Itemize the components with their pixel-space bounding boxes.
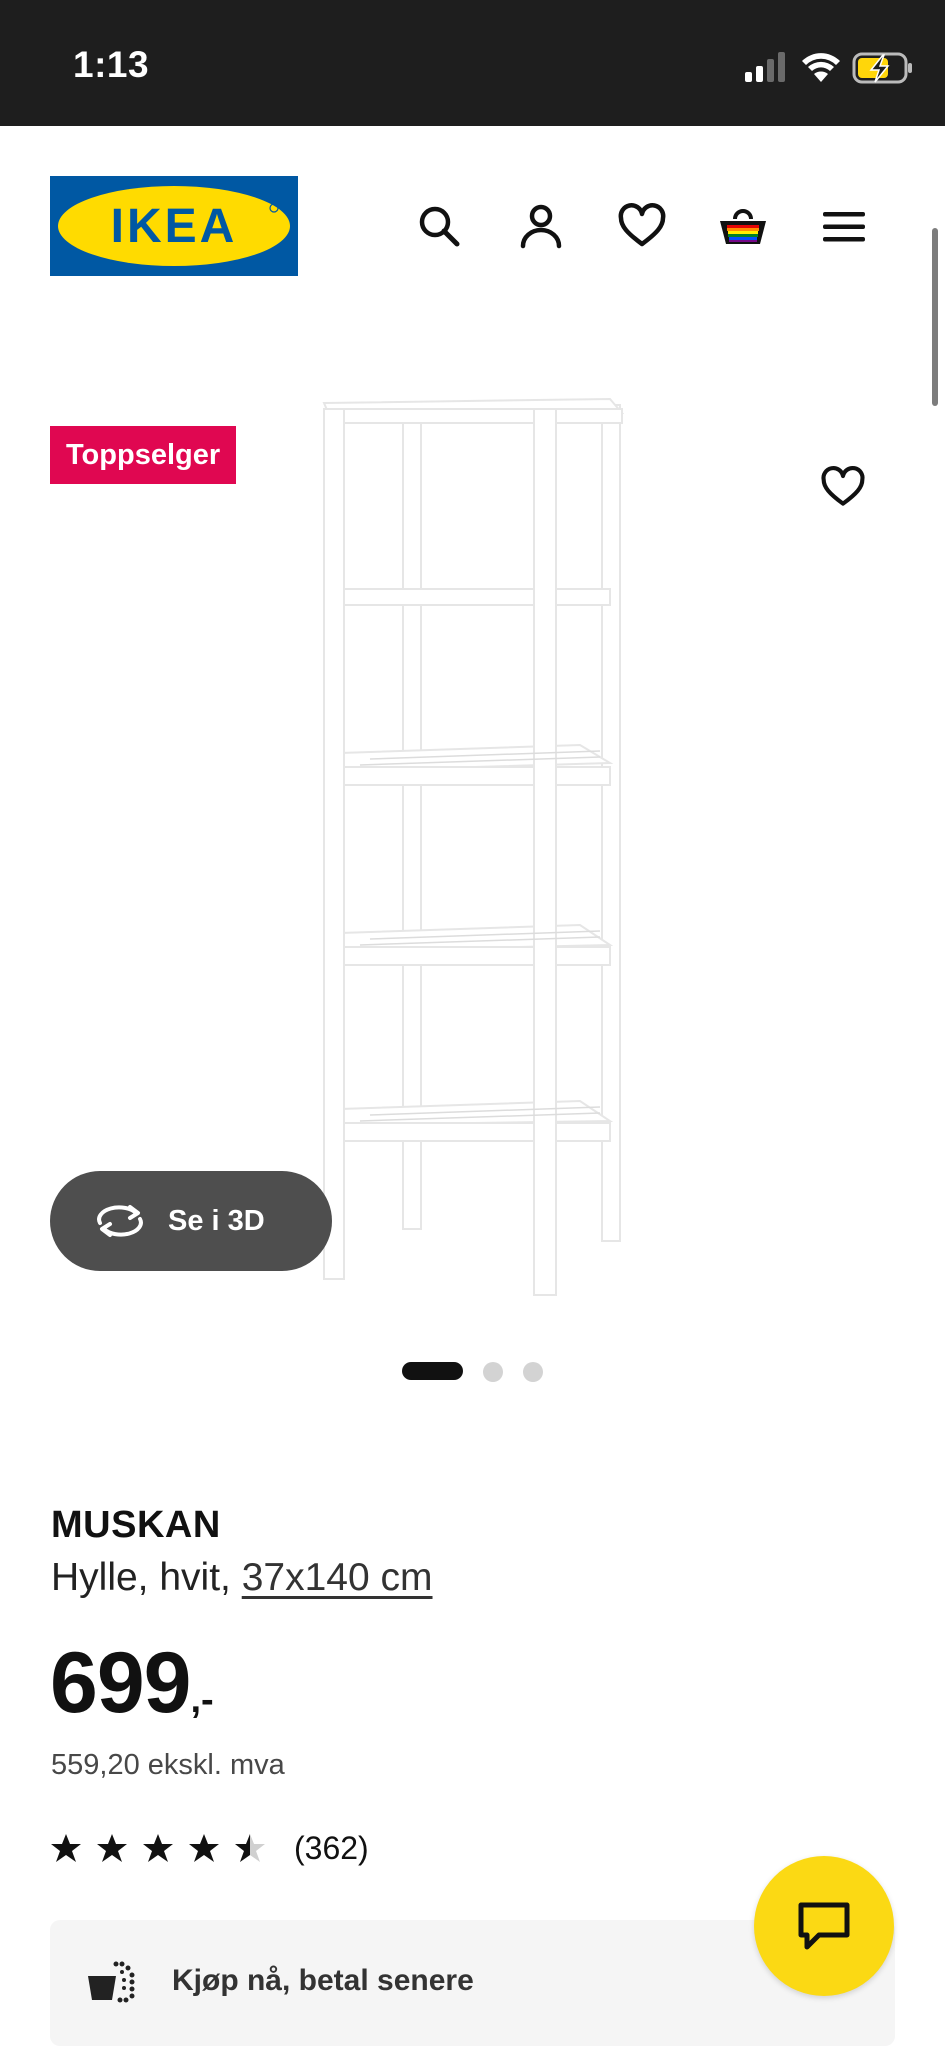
product-type: Hylle, hvit, — [51, 1556, 231, 1599]
logo-text: IKEA — [111, 200, 238, 253]
site-header: IKEA — [0, 126, 945, 326]
product-size-link[interactable]: 37x140 cm — [242, 1556, 433, 1599]
heart-icon — [821, 466, 865, 506]
rating-stars — [50, 1832, 266, 1864]
search-icon — [419, 206, 460, 247]
battery-charging-icon — [852, 52, 912, 84]
price-suffix: ,- — [190, 1679, 214, 1721]
status-time: 1:13 — [73, 44, 150, 85]
ikea-logo[interactable]: IKEA — [50, 176, 298, 276]
product-image — [322, 397, 625, 1296]
carousel-dot[interactable] — [483, 1362, 503, 1382]
chat-icon — [798, 1902, 850, 1950]
status-icons — [745, 52, 912, 84]
view-3d-label: Se i 3D — [168, 1204, 265, 1237]
product-description: Hylle, hvit, 37x140 cm — [51, 1556, 433, 1600]
menu-button[interactable] — [819, 202, 869, 252]
status-badge: Toppselger — [50, 426, 237, 484]
status-bar: 1:13 — [0, 0, 945, 126]
star-icon — [143, 1834, 173, 1862]
rotate-3d-icon — [94, 1203, 146, 1239]
carousel-dot-active[interactable] — [402, 1362, 463, 1380]
menu-icon — [823, 212, 865, 242]
favourites-button[interactable] — [617, 202, 667, 252]
carousel-dot[interactable] — [523, 1362, 543, 1382]
search-button[interactable] — [415, 202, 465, 252]
star-icon — [51, 1834, 81, 1862]
price-excl-vat: 559,20 ekskl. mva — [51, 1749, 285, 1781]
wifi-icon — [802, 53, 840, 82]
star-icon — [97, 1834, 127, 1862]
product-rating[interactable]: (362) — [50, 1828, 369, 1868]
view-3d-button[interactable]: Se i 3D — [50, 1171, 332, 1271]
heart-icon — [618, 203, 666, 247]
account-icon — [520, 204, 562, 249]
star-icon — [189, 1834, 219, 1862]
basket-button[interactable] — [718, 202, 768, 252]
account-button[interactable] — [516, 202, 566, 252]
star-half-icon — [235, 1834, 265, 1862]
save-to-favourites-button[interactable] — [793, 438, 893, 538]
product-name: MUSKAN — [51, 1504, 221, 1546]
chat-button[interactable] — [754, 1856, 894, 1996]
pay-later-label: Kjøp nå, betal senere — [172, 1964, 474, 1997]
cellular-signal-icon — [745, 52, 785, 82]
rating-count: (362) — [294, 1829, 369, 1866]
price-integer: 699 — [50, 1635, 191, 1731]
pay-later-icon — [88, 1961, 135, 2003]
basket-icon — [720, 209, 766, 244]
product-price: 699,- — [50, 1634, 214, 1733]
